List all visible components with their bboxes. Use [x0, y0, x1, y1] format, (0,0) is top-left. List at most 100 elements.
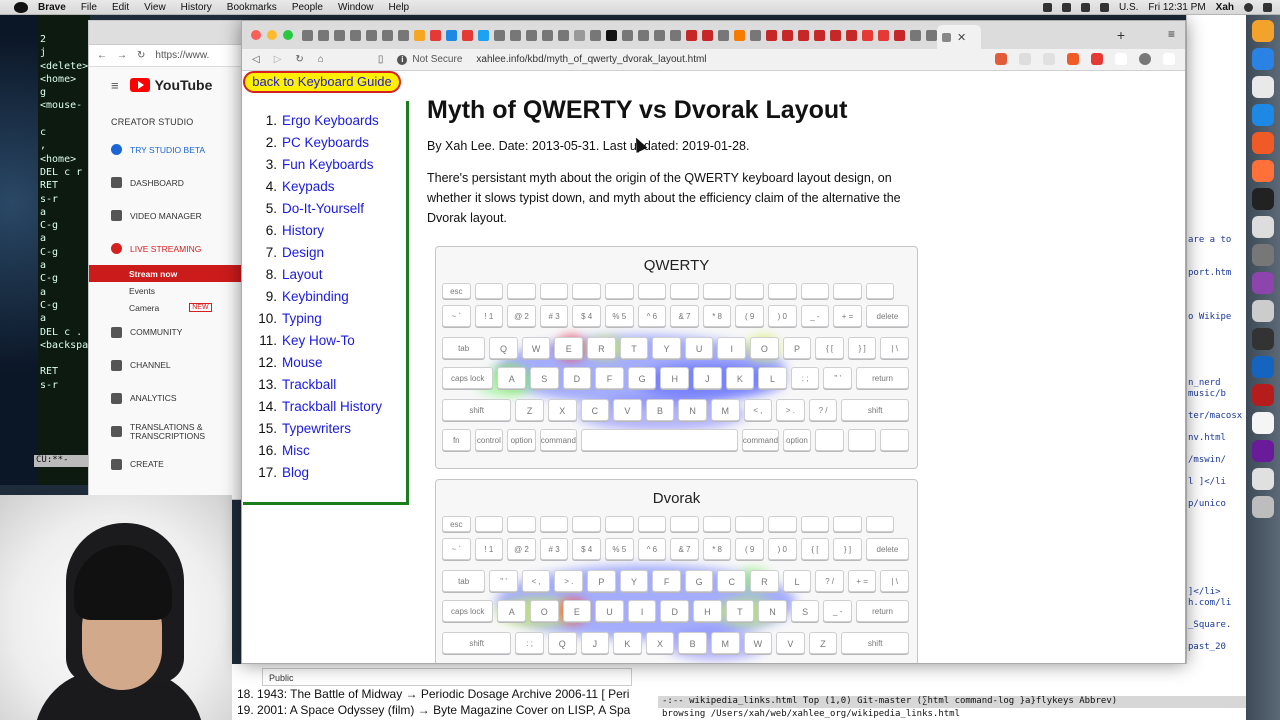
tab-favicon-icon[interactable]	[814, 29, 825, 41]
app-icon[interactable]	[1252, 412, 1274, 434]
finder-icon[interactable]	[1252, 48, 1274, 70]
menu-help[interactable]: Help	[389, 2, 410, 13]
tab-favicon-icon[interactable]	[302, 29, 313, 41]
youtube-logo[interactable]: ≡ YouTube	[89, 67, 247, 103]
toc-link[interactable]: Do-It-Yourself	[282, 201, 364, 223]
toc-link[interactable]: History	[282, 223, 324, 245]
toc-link[interactable]: Ergo Keyboards	[282, 113, 379, 135]
wifi-icon[interactable]	[1080, 3, 1090, 12]
toc-link[interactable]: Mouse	[282, 355, 323, 377]
textedit-icon[interactable]	[1252, 216, 1274, 238]
app-icon[interactable]	[1252, 440, 1274, 462]
tab-favicon-icon[interactable]	[366, 29, 377, 41]
tab-menu-icon[interactable]: ≡	[1168, 27, 1175, 41]
brave-rewards-icon[interactable]	[1091, 53, 1103, 65]
visibility-select[interactable]: Public	[262, 668, 632, 686]
toc-link[interactable]: Fun Keyboards	[282, 157, 374, 179]
yt-nav-item[interactable]: CREATE	[89, 448, 247, 481]
menu-view[interactable]: View	[144, 2, 166, 13]
back-icon[interactable]: ◁	[252, 54, 260, 65]
yt-nav-item[interactable]: CHANNEL	[89, 349, 247, 382]
yt-subnav-item[interactable]: Stream now	[89, 265, 247, 282]
menu-bookmarks[interactable]: Bookmarks	[227, 2, 277, 13]
yt-url[interactable]: https://www.	[155, 50, 209, 61]
yt-nav-item[interactable]: VIDEO MANAGER	[89, 199, 247, 232]
yt-address-bar[interactable]: ← → ↻ https://www.	[89, 45, 247, 67]
tab-close-icon[interactable]: ✕	[957, 31, 966, 44]
status-icon[interactable]	[1061, 3, 1071, 12]
toc-link[interactable]: PC Keyboards	[282, 135, 369, 157]
tab-favicon-icon[interactable]	[766, 29, 777, 41]
menu-file[interactable]: File	[81, 2, 97, 13]
site-settings-icon[interactable]	[995, 53, 1007, 65]
tab-favicon-icon[interactable]	[574, 29, 585, 41]
tab-favicon-icon[interactable]	[414, 29, 425, 41]
menubar-clock[interactable]: Fri 12:31 PM	[1148, 2, 1205, 13]
app-icon[interactable]	[1252, 384, 1274, 406]
forward-icon[interactable]: →	[117, 50, 127, 61]
tab-favicon-icon[interactable]	[654, 29, 665, 41]
emacs-icon[interactable]	[1252, 272, 1274, 294]
menu-edit[interactable]: Edit	[112, 2, 129, 13]
tab-favicon-icon[interactable]	[670, 29, 681, 41]
tab-favicon-icon[interactable]	[350, 29, 361, 41]
back-to-keyboard-guide-link[interactable]: back to Keyboard Guide	[243, 71, 401, 93]
tab-favicon-icon[interactable]	[878, 29, 889, 41]
tab-favicon-icon[interactable]	[782, 29, 793, 41]
tab-favicon-icon[interactable]	[846, 29, 857, 41]
menu-people[interactable]: People	[292, 2, 323, 13]
tab-favicon-icon[interactable]	[862, 29, 873, 41]
tab-favicon-icon[interactable]	[590, 29, 601, 41]
tab-favicon-icon[interactable]	[478, 29, 489, 41]
toc-link[interactable]: Typewriters	[282, 421, 351, 443]
tab-favicon-icon[interactable]	[526, 29, 537, 41]
yt-nav-item[interactable]: COMMUNITY	[89, 316, 247, 349]
forward-icon[interactable]: ▷	[274, 54, 282, 65]
close-window-button[interactable]	[251, 30, 261, 40]
zoom-window-button[interactable]	[283, 30, 293, 40]
tab-favicon-icon[interactable]	[638, 29, 649, 41]
tab-favicon-icon[interactable]	[718, 29, 729, 41]
brave-shields-icon[interactable]	[1067, 53, 1079, 65]
tab-favicon-icon[interactable]	[750, 29, 761, 41]
site-security-indicator[interactable]: i Not Secure	[397, 54, 462, 65]
yt-nav-item[interactable]: TRY STUDIO BETA	[89, 133, 247, 166]
bookmark-star-icon[interactable]	[1043, 53, 1055, 65]
toc-link[interactable]: Layout	[282, 267, 323, 289]
tab-active[interactable]: ✕	[937, 25, 981, 49]
tab-favicon-icon[interactable]	[734, 29, 745, 41]
app-icon[interactable]	[1252, 356, 1274, 378]
browser-menu-icon[interactable]	[1163, 53, 1175, 65]
reload-icon[interactable]: ↻	[137, 50, 145, 61]
downloads-icon[interactable]	[1252, 468, 1274, 490]
url-field[interactable]: xahlee.info/kbd/myth_of_qwerty_dvorak_la…	[476, 54, 706, 65]
obs-icon[interactable]	[1252, 328, 1274, 350]
toc-link[interactable]: Keybinding	[282, 289, 349, 311]
yt-nav-item[interactable]: TRANSLATIONS & TRANSCRIPTIONS	[89, 415, 247, 448]
menubar-user[interactable]: Xah	[1216, 2, 1234, 13]
yt-nav-item[interactable]: ANALYTICS	[89, 382, 247, 415]
volume-icon[interactable]	[1099, 3, 1109, 12]
tab-favicon-icon[interactable]	[894, 29, 905, 41]
toc-link[interactable]: Misc	[282, 443, 310, 465]
apple-icon[interactable]	[14, 1, 28, 13]
tab-favicon-icon[interactable]	[334, 29, 345, 41]
system-preferences-icon[interactable]	[1252, 244, 1274, 266]
menu-brave[interactable]: Brave	[38, 2, 66, 13]
toc-link[interactable]: Key How-To	[282, 333, 355, 355]
tab-favicon-icon[interactable]	[558, 29, 569, 41]
toc-link[interactable]: Blog	[282, 465, 309, 487]
trash-icon[interactable]	[1252, 496, 1274, 518]
toc-link[interactable]: Design	[282, 245, 324, 267]
yt-nav-item[interactable]: LIVE STREAMING	[89, 232, 247, 265]
safari-icon[interactable]	[1252, 104, 1274, 126]
tab-favicon-icon[interactable]	[510, 29, 521, 41]
tab-favicon-icon[interactable]	[398, 29, 409, 41]
status-icon[interactable]	[1042, 3, 1052, 12]
folder-icon[interactable]	[1252, 20, 1274, 42]
brave-icon[interactable]	[1252, 132, 1274, 154]
toc-link[interactable]: Trackball	[282, 377, 336, 399]
terminal-icon[interactable]	[1252, 188, 1274, 210]
toc-link[interactable]: Keypads	[282, 179, 335, 201]
tab-favicon-icon[interactable]	[462, 29, 473, 41]
